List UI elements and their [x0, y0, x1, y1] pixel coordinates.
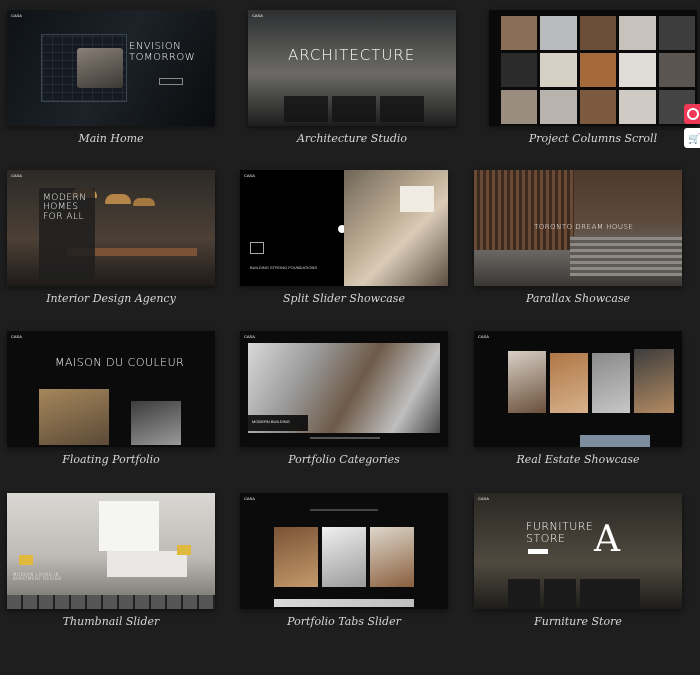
- yellow-pillow: [177, 545, 191, 555]
- demo-caption[interactable]: Main Home: [7, 132, 215, 145]
- demo-caption[interactable]: Parallax Showcase: [474, 292, 682, 305]
- demo-thumbnail[interactable]: CASA FURNITURE STORE A: [474, 493, 682, 609]
- life-ring-icon: [687, 108, 699, 120]
- mini-nav: CASA: [252, 13, 263, 18]
- yellow-pillow: [19, 555, 33, 565]
- hero-title: FURNITURE STORE: [526, 520, 594, 545]
- house-icon: [250, 242, 264, 254]
- feature-box: [380, 96, 424, 122]
- person-image: [77, 48, 123, 88]
- shop-button: [528, 549, 548, 554]
- thumbnail-strip: [7, 595, 215, 609]
- photo-grid: [501, 16, 695, 124]
- mini-nav: CASA: [11, 13, 22, 18]
- demo-thumbnail[interactable]: CASA ENVISION TOMORROW: [7, 10, 215, 126]
- hero-letter: A: [594, 519, 621, 560]
- demo-caption[interactable]: Thumbnail Slider: [7, 615, 215, 628]
- demo-thumbnail[interactable]: CASA MODERN BUILDING: [240, 331, 448, 447]
- demo-thumbnail[interactable]: CASA BUILDING STRONG FOUNDATIONS: [240, 170, 448, 286]
- demo-thumbnail[interactable]: CASA: [474, 331, 682, 447]
- portfolio-image: [370, 527, 414, 587]
- mini-nav: CASA: [478, 334, 489, 339]
- demo-thumbnail[interactable]: CASA MODERN HOMES FOR ALL: [7, 170, 215, 286]
- cart-icon: 🛒: [688, 134, 700, 145]
- listing-photo: [580, 435, 650, 447]
- demo-caption[interactable]: Floating Portfolio: [7, 453, 215, 466]
- demo-caption[interactable]: Portfolio Categories: [240, 453, 448, 466]
- demo-thumbnail[interactable]: CASA: [240, 493, 448, 609]
- demo-thumbnail[interactable]: [489, 10, 697, 126]
- mini-nav: CASA: [244, 334, 255, 339]
- listing-photo: [550, 353, 588, 413]
- product-tile: [544, 579, 576, 609]
- portfolio-image: [39, 389, 109, 445]
- portfolio-image: [274, 527, 318, 587]
- demo-caption[interactable]: Furniture Store: [474, 615, 682, 628]
- listing-photo: [634, 349, 674, 413]
- wood-slats: [474, 170, 574, 250]
- demo-caption[interactable]: Interior Design Agency: [7, 292, 215, 305]
- feature-box: [284, 96, 328, 122]
- demo-caption[interactable]: Split Slider Showcase: [240, 292, 448, 305]
- demo-thumbnail[interactable]: MODERN LIVING IN APARTMENT DESIGN: [7, 493, 215, 609]
- mini-nav: CASA: [11, 173, 22, 178]
- hero-title: TORONTO DREAM HOUSE: [534, 223, 634, 231]
- demo-thumbnail[interactable]: CASA TORONTO DREAM HOUSE: [474, 170, 682, 286]
- hero-title: MAISON DU COULEUR: [55, 356, 185, 369]
- slide-title: BUILDING STRONG FOUNDATIONS: [250, 265, 318, 270]
- demo-thumbnail[interactable]: CASA MAISON DU COULEUR: [7, 331, 215, 447]
- tab-row: [310, 509, 378, 511]
- demo-thumbnail[interactable]: CASA ARCHITECTURE: [248, 10, 456, 126]
- listing-photo: [508, 351, 546, 413]
- portfolio-image: [131, 401, 181, 445]
- hero-title: ENVISION TOMORROW: [129, 41, 196, 63]
- demo-caption[interactable]: Architecture Studio: [248, 132, 456, 145]
- demo-caption[interactable]: Real Estate Showcase: [474, 453, 682, 466]
- hero-title: MODERN LIVING IN APARTMENT DESIGN: [13, 572, 62, 582]
- window-light: [99, 501, 159, 551]
- hero-title: ARCHITECTURE: [288, 46, 416, 64]
- mini-nav: CASA: [244, 496, 255, 501]
- product-tile: [508, 579, 540, 609]
- hero-title: MODERN HOMES FOR ALL: [43, 193, 87, 222]
- listing-photo: [592, 353, 630, 413]
- demo-caption[interactable]: Portfolio Tabs Slider: [240, 615, 448, 628]
- stairs: [570, 236, 682, 276]
- feature-box: [332, 96, 376, 122]
- mini-nav: CASA: [478, 496, 489, 501]
- support-button[interactable]: [684, 104, 700, 124]
- portfolio-image: [274, 599, 414, 607]
- mini-nav: CASA: [11, 334, 22, 339]
- hero-button: [159, 78, 183, 85]
- demo-caption[interactable]: Project Columns Scroll: [489, 132, 697, 145]
- slide-title: MODERN BUILDING: [252, 419, 290, 424]
- category-bar: [310, 437, 380, 439]
- house-model: [400, 186, 434, 212]
- cart-button[interactable]: 🛒: [684, 128, 700, 148]
- portfolio-image: [322, 527, 366, 587]
- product-tile: [580, 579, 640, 609]
- bed: [107, 551, 187, 577]
